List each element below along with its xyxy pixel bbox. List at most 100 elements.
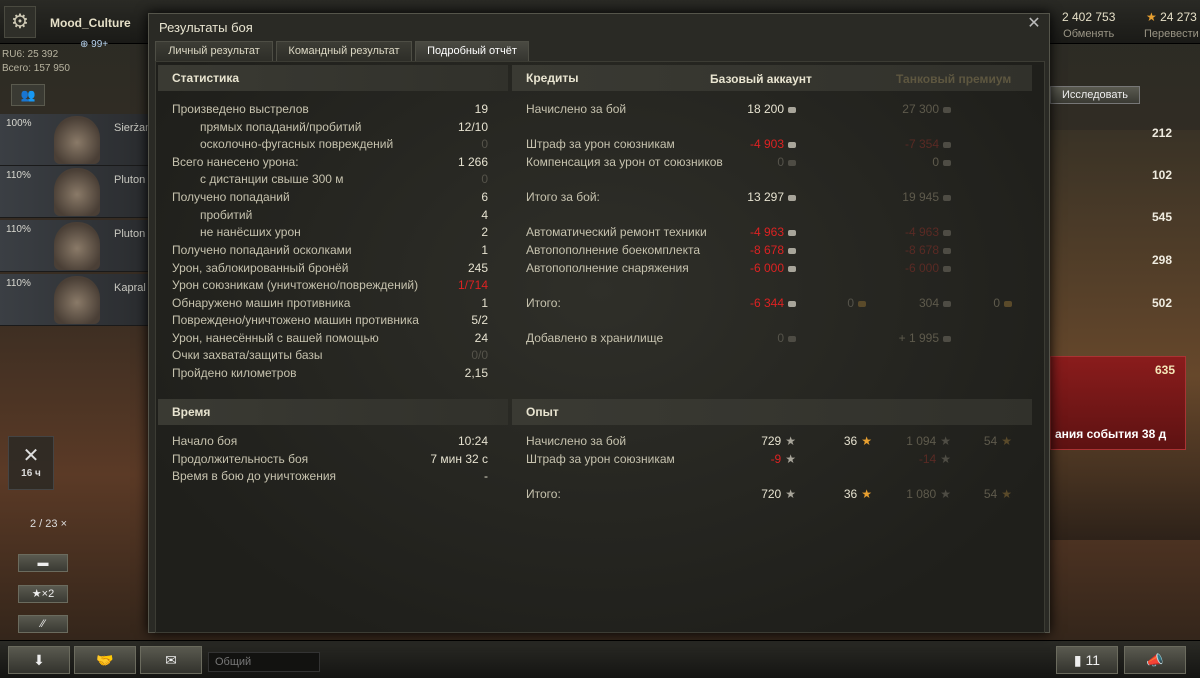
tab-team-result[interactable]: Командный результат	[276, 41, 412, 61]
timer-widget[interactable]: ✕ 16 ч	[8, 436, 54, 490]
detailed-report-panel: Статистика Произведено выстрелов 19 прям…	[155, 61, 1045, 633]
close-icon[interactable]: ✕	[1025, 15, 1043, 33]
stat-label: Урон, нанесённый с вашей помощью	[172, 331, 379, 345]
tank-stat-value: 102	[1151, 168, 1172, 182]
exp-convert-value: 24 273	[1160, 10, 1197, 24]
exp-prem-value: 1 080 ★	[866, 487, 951, 501]
dialog-title: Результаты боя	[159, 20, 253, 35]
time-value: -	[484, 469, 488, 483]
megaphone-icon[interactable]: 📣	[1124, 646, 1186, 674]
x2-label: ×2	[41, 588, 55, 600]
credit-coin-icon	[788, 265, 796, 272]
crew-portrait	[54, 276, 100, 324]
stat-value: 1	[481, 296, 488, 310]
time-value: 10:24	[457, 434, 488, 448]
stat-value: 0	[481, 137, 488, 151]
filter-tank-icon[interactable]: ▬	[18, 554, 68, 572]
credit-base-amount: -4 903	[749, 137, 784, 151]
crew-portrait	[54, 222, 100, 270]
battle-results-dialog: Результаты боя ✕ Личный результат Команд…	[148, 13, 1050, 633]
stat-value: 1	[481, 243, 488, 257]
stat-label: Повреждено/уничтожено машин противника	[172, 313, 419, 327]
event-banner[interactable]: 635 ания события 38 д	[1050, 356, 1186, 450]
notifications-button[interactable]: ▮ 11	[1056, 646, 1118, 674]
credit-coin-icon	[788, 194, 796, 201]
account-summary: RU6: 25 392 Всего: 157 950	[2, 48, 70, 76]
credit-coin-icon	[788, 300, 796, 307]
experience-header: Опыт	[512, 399, 1032, 425]
exp-base-value: 729 ★	[726, 434, 796, 448]
credit-coin-icon	[943, 194, 951, 201]
stat-label: Всего нанесено урона:	[172, 155, 299, 169]
crew-card[interactable]: 110% Pluton	[0, 220, 150, 272]
exp-prem-amount: -14	[918, 452, 937, 466]
free-xp-value: 2 402 753	[1062, 10, 1116, 24]
exp-base-amount: 720	[761, 487, 782, 501]
time-header: Время	[158, 399, 508, 425]
research-button[interactable]: Исследовать	[1050, 86, 1140, 104]
credit-label: Автоматический ремонт техники	[526, 225, 707, 239]
chat-icon[interactable]: ✉	[140, 646, 202, 674]
crosshair-icon: ✕	[22, 445, 40, 467]
time-label: Начало боя	[172, 434, 238, 448]
username[interactable]: Mood_Culture	[50, 16, 131, 30]
credit-base-value: -8 678	[726, 243, 796, 257]
tank-stat-value: 545	[1151, 210, 1172, 224]
credit-base-value: 0	[726, 155, 796, 169]
crew-card[interactable]: 110% Pluton	[0, 166, 150, 218]
notifications-count: 11	[1085, 652, 1101, 668]
chat-channel-input[interactable]: Общий	[208, 652, 320, 672]
download-icon[interactable]: ⬇	[8, 646, 70, 674]
credit-label: Итого:	[526, 296, 561, 310]
stat-value: 1 266	[457, 155, 488, 169]
stat-value: 2	[481, 225, 488, 239]
exp-base-free-amount: 36	[843, 434, 858, 448]
stat-label: с дистанции свыше 300 м	[200, 172, 344, 186]
crew-group-icon[interactable]: 👥	[11, 84, 45, 106]
star-icon: ★	[940, 487, 951, 501]
credit-prem-value: -8 678	[866, 243, 951, 257]
stat-label: не нанёсших урон	[200, 225, 301, 239]
account-rub: RU6: 25 392	[2, 49, 59, 60]
clan-add-badge[interactable]: ⊕ 99+	[80, 39, 108, 50]
exp-convert-block[interactable]: ★ 24 273 Перевести	[1144, 10, 1199, 40]
credit-prem-amount: -6 000	[904, 261, 939, 275]
exp-label: Итого:	[526, 487, 561, 501]
free-xp-block[interactable]: 2 402 753 Обменять	[1062, 10, 1115, 40]
settings-gear-icon[interactable]: ⚙	[4, 6, 36, 38]
tab-detailed-report[interactable]: Подробный отчёт	[415, 41, 529, 61]
crew-name: Pluton	[114, 174, 146, 186]
credit-label: Компенсация за урон от союзников	[526, 155, 723, 169]
clan-badge-count: 99+	[91, 39, 109, 50]
exp-base-value: -9 ★	[726, 452, 796, 466]
credit-base-amount: -6 344	[749, 296, 784, 310]
credit-prem-gold-amount: 0	[993, 296, 1000, 310]
exp-base-free-amount: 36	[843, 487, 858, 501]
credit-prem-amount: -7 354	[904, 137, 939, 151]
tab-personal-result[interactable]: Личный результат	[155, 41, 273, 61]
exp-convert-label: Перевести	[1144, 28, 1199, 40]
exp-base-amount: -9	[770, 452, 782, 466]
credit-base-amount: -8 678	[749, 243, 784, 257]
handshake-icon[interactable]: 🤝	[74, 646, 136, 674]
credit-coin-icon	[943, 159, 951, 166]
filter-x2-button[interactable]: ★×2	[18, 585, 68, 603]
crew-card[interactable]: 100% Sierżant	[0, 114, 154, 166]
credit-base-value: -4 903	[726, 137, 796, 151]
crew-card[interactable]: 110% Kapral	[0, 274, 150, 326]
credit-label: Начислено за бой	[526, 102, 627, 116]
exp-prem-amount: 1 080	[906, 487, 937, 501]
statistics-header: Статистика	[158, 65, 508, 91]
stat-label: Получено попаданий осколками	[172, 243, 352, 257]
credit-prem-value: + 1 995	[866, 331, 951, 345]
timer-value: 16 ч	[21, 468, 41, 479]
stat-value: 1/714	[457, 278, 488, 292]
tank-stat-value: 212	[1151, 126, 1172, 140]
gold-coin-icon	[1004, 300, 1012, 307]
exp-label: Штраф за урон союзникам	[526, 452, 675, 466]
credit-base-value: 18 200	[726, 102, 796, 116]
exp-base-free-value: 36 ★	[816, 434, 872, 448]
filter-stripes-icon[interactable]: ⁄⁄	[18, 615, 68, 633]
credit-base-value: 0	[726, 331, 796, 345]
event-text: ания события 38 д	[1055, 427, 1167, 441]
